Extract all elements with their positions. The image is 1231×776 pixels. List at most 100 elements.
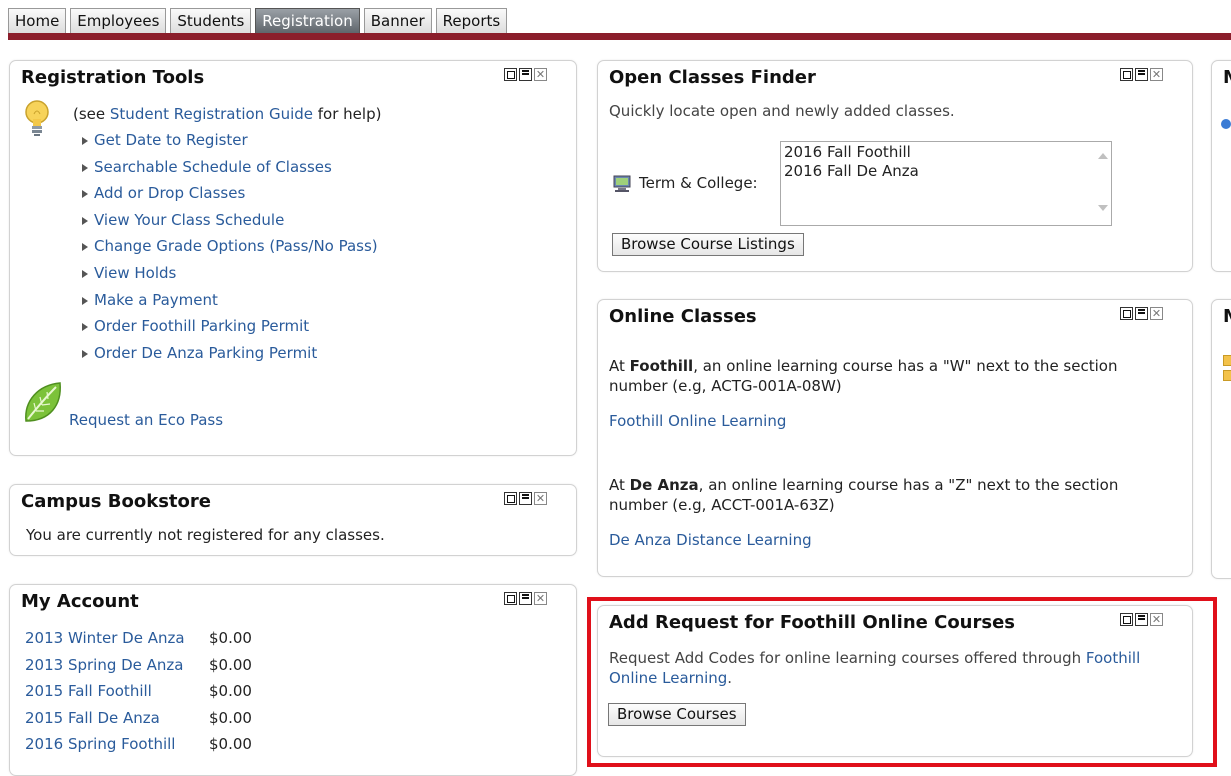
account-amount: $0.00: [209, 735, 252, 753]
tab-reports[interactable]: Reports: [435, 8, 508, 34]
leaf-icon: [25, 382, 61, 422]
bookstore-message: You are currently not registered for any…: [26, 526, 385, 544]
list-item[interactable]: Get Date to Register: [82, 131, 378, 158]
panel-controls: ✕: [1120, 307, 1163, 320]
close-icon[interactable]: ✕: [1150, 307, 1163, 320]
tab-registration[interactable]: Registration: [255, 8, 360, 34]
globe-icon: [1221, 119, 1231, 129]
help-suffix: for help): [313, 105, 382, 123]
term-college-label: Term & College:: [639, 174, 758, 192]
browse-courses-button[interactable]: Browse Courses: [608, 703, 746, 726]
restore-icon[interactable]: [504, 492, 517, 505]
list-item[interactable]: Add or Drop Classes: [82, 184, 378, 211]
eco-pass-link[interactable]: Request an Eco Pass: [69, 411, 223, 429]
close-icon[interactable]: ✕: [534, 592, 547, 605]
get-date-link[interactable]: Get Date to Register: [94, 131, 248, 149]
help-prefix: (see: [73, 105, 110, 123]
make-payment-link[interactable]: Make a Payment: [94, 291, 218, 309]
panel-controls: ✕: [504, 68, 547, 81]
restore-icon[interactable]: [1120, 307, 1133, 320]
scrollbar[interactable]: [1094, 142, 1111, 225]
restore-icon[interactable]: [504, 592, 517, 605]
list-item[interactable]: Searchable Schedule of Classes: [82, 158, 378, 185]
close-icon[interactable]: ✕: [1150, 68, 1163, 81]
add-request-description: Request Add Codes for online learning co…: [609, 648, 1179, 688]
panel-controls: ✕: [1120, 68, 1163, 81]
panel-title: Online Classes: [609, 306, 757, 327]
list-item[interactable]: Change Grade Options (Pass/No Pass): [82, 237, 378, 264]
account-term-link[interactable]: 2015 Fall De Anza: [25, 709, 209, 736]
description-text: Request Add Codes for online learning co…: [609, 649, 1086, 667]
open-classes-description: Quickly locate open and newly added clas…: [609, 102, 955, 120]
registration-tools-panel: Registration Tools ✕ (see Student Regist…: [9, 60, 577, 456]
list-item[interactable]: View Your Class Schedule: [82, 211, 378, 238]
browse-course-listings-button[interactable]: Browse Course Listings: [612, 233, 804, 256]
panel-controls: ✕: [504, 492, 547, 505]
list-option[interactable]: 2016 Fall Foothill: [781, 142, 1111, 162]
restore-icon[interactable]: [1120, 68, 1133, 81]
bullet-arrow-icon: [82, 190, 88, 199]
term-college-listbox[interactable]: 2016 Fall Foothill 2016 Fall De Anza: [780, 141, 1112, 226]
move-top-icon[interactable]: [519, 592, 532, 605]
restore-icon[interactable]: [504, 68, 517, 81]
open-classes-finder-panel: Open Classes Finder ✕ Quickly locate ope…: [597, 60, 1193, 272]
account-amount: $0.00: [209, 655, 252, 674]
panel-title: My Account: [21, 591, 139, 612]
table-row: 2016 Spring Foothill $0.00: [25, 735, 252, 762]
account-term-link[interactable]: 2016 Spring Foothill: [25, 735, 209, 762]
deanza-distance-learning-link[interactable]: De Anza Distance Learning: [609, 531, 812, 549]
add-request-panel: Add Request for Foothill Online Courses …: [597, 605, 1193, 757]
class-schedule-link[interactable]: View Your Class Schedule: [94, 211, 284, 229]
tab-students[interactable]: Students: [170, 8, 252, 34]
foothill-online-learning-link[interactable]: Foothill Online Learning: [609, 412, 786, 430]
account-term-link[interactable]: 2013 Spring De Anza: [25, 656, 209, 683]
close-icon[interactable]: ✕: [1150, 613, 1163, 626]
close-icon[interactable]: ✕: [534, 492, 547, 505]
add-drop-link[interactable]: Add or Drop Classes: [94, 184, 245, 202]
schedule-link[interactable]: Searchable Schedule of Classes: [94, 158, 332, 176]
move-top-icon[interactable]: [1135, 613, 1148, 626]
tab-home[interactable]: Home: [8, 8, 67, 34]
panel-title: Registration Tools: [21, 67, 205, 88]
panel-title: Add Request for Foothill Online Courses: [609, 612, 1016, 633]
right-panel-middle: M: [1211, 299, 1231, 579]
table-row: 2015 Fall De Anza $0.00: [25, 709, 252, 736]
bullet-arrow-icon: [82, 323, 88, 332]
account-term-link[interactable]: 2013 Winter De Anza: [25, 629, 209, 656]
view-holds-link[interactable]: View Holds: [94, 264, 176, 282]
list-item[interactable]: Order Foothill Parking Permit: [82, 317, 378, 344]
account-table: 2013 Winter De Anza $0.00 2013 Spring De …: [25, 629, 252, 762]
student-registration-guide-link[interactable]: Student Registration Guide: [110, 105, 313, 123]
move-top-icon[interactable]: [519, 492, 532, 505]
bullet-arrow-icon: [82, 296, 88, 305]
scroll-down-icon[interactable]: [1098, 205, 1108, 211]
move-top-icon[interactable]: [1135, 307, 1148, 320]
lightbulb-icon: [25, 100, 49, 136]
list-option[interactable]: 2016 Fall De Anza: [781, 162, 1111, 180]
bullet-arrow-icon: [82, 137, 88, 145]
close-icon[interactable]: ✕: [534, 68, 547, 81]
table-row: 2015 Fall Foothill $0.00: [25, 682, 252, 709]
account-term-link[interactable]: 2015 Fall Foothill: [25, 682, 209, 709]
bullet-arrow-icon: [82, 216, 88, 225]
restore-icon[interactable]: [1120, 613, 1133, 626]
help-text: (see Student Registration Guide for help…: [73, 105, 381, 123]
foothill-parking-link[interactable]: Order Foothill Parking Permit: [94, 317, 309, 335]
list-item[interactable]: View Holds: [82, 264, 378, 291]
folder-icon: [1223, 355, 1231, 366]
tab-employees[interactable]: Employees: [70, 8, 167, 34]
scroll-up-icon[interactable]: [1098, 153, 1108, 159]
folder-icon: [1223, 370, 1231, 381]
college-name: Foothill: [629, 357, 694, 375]
tab-banner[interactable]: Banner: [363, 8, 432, 34]
deanza-parking-link[interactable]: Order De Anza Parking Permit: [94, 344, 317, 362]
grade-options-link[interactable]: Change Grade Options (Pass/No Pass): [94, 237, 378, 255]
account-amount: $0.00: [209, 708, 252, 727]
account-amount: $0.00: [209, 629, 252, 647]
move-top-icon[interactable]: [1135, 68, 1148, 81]
campus-bookstore-panel: Campus Bookstore ✕ You are currently not…: [9, 484, 577, 556]
list-item[interactable]: Make a Payment: [82, 291, 378, 318]
move-top-icon[interactable]: [519, 68, 532, 81]
list-item[interactable]: Order De Anza Parking Permit: [82, 344, 378, 371]
prefix: At: [609, 476, 630, 494]
